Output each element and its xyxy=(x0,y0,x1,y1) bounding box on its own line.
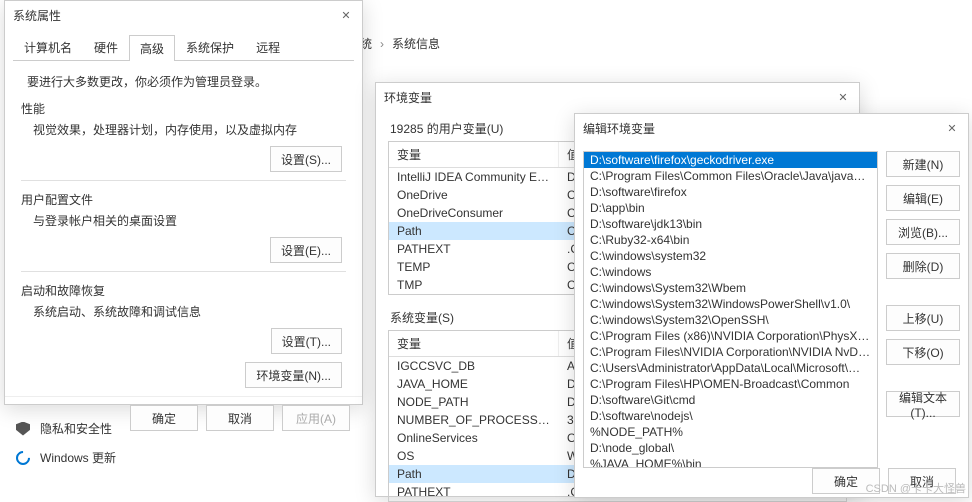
list-item[interactable]: C:\Users\Administrator\AppData\Local\Mic… xyxy=(584,360,877,376)
close-icon[interactable] xyxy=(835,90,851,106)
list-item[interactable]: D:\node_global\ xyxy=(584,440,877,456)
list-item[interactable]: %NODE_PATH% xyxy=(584,424,877,440)
list-item[interactable]: D:\software\nodejs\ xyxy=(584,408,877,424)
dialog-title: 环境变量 xyxy=(384,89,432,106)
dialog-titlebar: 编辑环境变量 xyxy=(575,114,968,143)
dialog-titlebar: 系统属性 xyxy=(5,1,362,30)
ok-button[interactable]: 确定 xyxy=(130,405,198,431)
list-item[interactable]: C:\windows\system32 xyxy=(584,248,877,264)
sidebar-item-update[interactable]: Windows 更新 xyxy=(0,443,200,472)
dialog-title: 编辑环境变量 xyxy=(583,120,655,137)
list-item[interactable]: C:\Program Files (x86)\NVIDIA Corporatio… xyxy=(584,328,877,344)
performance-title: 性能 xyxy=(21,100,362,117)
move-up-button[interactable]: 上移(U) xyxy=(886,305,960,331)
list-item[interactable]: C:\windows\System32\Wbem xyxy=(584,280,877,296)
list-item[interactable]: D:\software\firefox\geckodriver.exe xyxy=(584,152,877,168)
sync-icon xyxy=(13,448,33,468)
dialog-title: 系统属性 xyxy=(13,7,61,24)
edit-text-button[interactable]: 编辑文本(T)... xyxy=(886,391,960,417)
list-item[interactable]: D:\app\bin xyxy=(584,200,877,216)
startup-text: 系统启动、系统故障和调试信息 xyxy=(33,303,362,320)
dialog-titlebar: 环境变量 xyxy=(376,83,859,112)
edit-env-var-dialog: 编辑环境变量 D:\software\firefox\geckodriver.e… xyxy=(574,113,969,498)
edit-button[interactable]: 编辑(E) xyxy=(886,185,960,211)
list-item[interactable]: C:\Program Files\HP\OMEN-Broadcast\Commo… xyxy=(584,376,877,392)
close-icon[interactable] xyxy=(944,121,960,137)
startup-title: 启动和故障恢复 xyxy=(21,282,362,299)
new-button[interactable]: 新建(N) xyxy=(886,151,960,177)
list-item[interactable]: C:\Program Files\Common Files\Oracle\Jav… xyxy=(584,168,877,184)
tab-remote[interactable]: 远程 xyxy=(245,34,291,60)
cancel-button[interactable]: 取消 xyxy=(206,405,274,431)
performance-text: 视觉效果，处理器计划，内存使用，以及虚拟内存 xyxy=(33,121,362,138)
browse-button[interactable]: 浏览(B)... xyxy=(886,219,960,245)
move-down-button[interactable]: 下移(O) xyxy=(886,339,960,365)
user-profile-title: 用户配置文件 xyxy=(21,191,362,208)
user-profile-text: 与登录帐户相关的桌面设置 xyxy=(33,212,362,229)
tab-system-protection[interactable]: 系统保护 xyxy=(175,34,245,60)
performance-settings-button[interactable]: 设置(S)... xyxy=(270,146,342,172)
list-item[interactable]: C:\windows\System32\OpenSSH\ xyxy=(584,312,877,328)
watermark: CSDN @卡卡大怪兽 xyxy=(866,480,966,496)
list-item[interactable]: C:\Ruby32-x64\bin xyxy=(584,232,877,248)
tab-hardware[interactable]: 硬件 xyxy=(83,34,129,60)
list-item[interactable]: C:\windows xyxy=(584,264,877,280)
tab-advanced[interactable]: 高级 xyxy=(129,35,175,61)
list-item[interactable]: C:\windows\System32\WindowsPowerShell\v1… xyxy=(584,296,877,312)
list-item[interactable]: D:\software\firefox xyxy=(584,184,877,200)
apply-button[interactable]: 应用(A) xyxy=(282,405,350,431)
close-icon[interactable] xyxy=(338,8,354,24)
admin-warning: 要进行大多数更改，你必须作为管理员登录。 xyxy=(27,73,362,90)
list-item[interactable]: C:\Program Files\NVIDIA Corporation\NVID… xyxy=(584,344,877,360)
list-item[interactable]: D:\software\jdk13\bin xyxy=(584,216,877,232)
tabs: 计算机名 硬件 高级 系统保护 远程 xyxy=(13,34,354,61)
col-variable[interactable]: 变量 xyxy=(389,331,559,356)
system-properties-dialog: 系统属性 计算机名 硬件 高级 系统保护 远程 要进行大多数更改，你必须作为管理… xyxy=(4,0,363,405)
col-variable[interactable]: 变量 xyxy=(389,142,559,167)
list-item[interactable]: %JAVA_HOME%\bin xyxy=(584,456,877,468)
delete-button[interactable]: 删除(D) xyxy=(886,253,960,279)
startup-settings-button[interactable]: 设置(T)... xyxy=(271,328,342,354)
breadcrumb: 统›系统信息 xyxy=(360,28,440,54)
user-profile-settings-button[interactable]: 设置(E)... xyxy=(270,237,342,263)
tab-computer-name[interactable]: 计算机名 xyxy=(13,34,83,60)
list-item[interactable]: D:\software\Git\cmd xyxy=(584,392,877,408)
path-list[interactable]: D:\software\firefox\geckodriver.exeC:\Pr… xyxy=(583,151,878,468)
env-vars-button[interactable]: 环境变量(N)... xyxy=(245,362,342,388)
